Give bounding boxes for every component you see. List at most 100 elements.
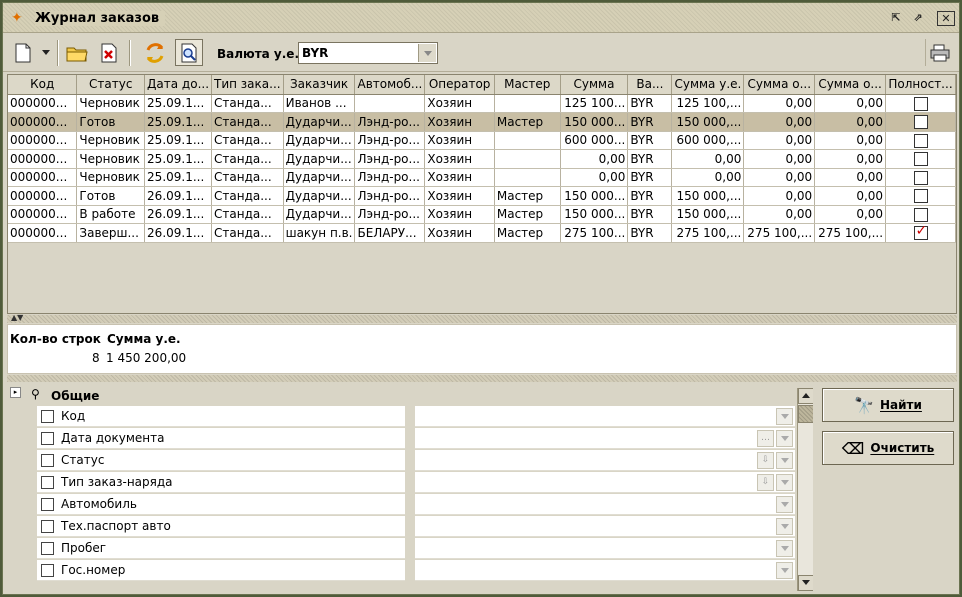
title-bar[interactable]: ✦ Журнал заказов ⇱ ⇗ ✕ <box>3 3 959 33</box>
cell-cur: BYR <box>627 168 673 187</box>
full-payment-checkbox[interactable] <box>913 96 928 111</box>
full-payment-checkbox[interactable] <box>913 189 928 203</box>
full-payment-checkbox[interactable] <box>913 224 928 240</box>
table-row[interactable]: 000000... В работе 26.09.1... Станда... Дуда… <box>8 205 956 224</box>
cell-full <box>885 94 956 113</box>
filter-checkbox[interactable] <box>41 498 54 511</box>
full-payment-checkbox[interactable] <box>913 133 928 148</box>
cell-cur: BYR <box>627 149 673 169</box>
column-header[interactable]: Код <box>8 75 78 95</box>
scroll-down-icon[interactable] <box>798 575 813 591</box>
cell-full <box>885 186 956 206</box>
column-header[interactable]: Статус <box>76 75 146 95</box>
column-header[interactable]: Заказчик <box>283 75 356 95</box>
filter-field-name-cell: Гос.номер <box>37 560 405 581</box>
column-header[interactable]: Сумма <box>560 75 629 95</box>
chevron-down-icon[interactable] <box>776 474 793 491</box>
filter-checkbox[interactable] <box>41 520 54 533</box>
scroll-up-icon[interactable] <box>798 388 813 404</box>
full-payment-checkbox[interactable] <box>913 170 928 185</box>
cell-sum: 0,00 <box>560 149 629 169</box>
cell-date: 26.09.1... <box>144 223 213 243</box>
restore-icon[interactable]: ⇱ <box>887 11 905 26</box>
grid-splitter[interactable]: ▲▼ <box>7 313 957 323</box>
column-header[interactable]: Мастер <box>494 75 561 95</box>
table-row[interactable]: 000000... Готов 26.09.1... Станда... Дударчи… <box>8 186 956 206</box>
filter-value-input[interactable]: ⇩ <box>415 472 795 493</box>
filter-scrollbar[interactable] <box>797 388 813 591</box>
filter-checkbox[interactable] <box>41 564 54 577</box>
search-button[interactable] <box>175 39 203 66</box>
orders-grid[interactable]: Код Статус Дата до... Тип зака... Заказчик Ав… <box>7 74 957 314</box>
column-header[interactable]: Дата до... <box>144 75 213 95</box>
table-row[interactable]: 000000... Черновик 25.09.1... Станда... Иван… <box>8 94 956 113</box>
filter-value-input[interactable] <box>415 494 795 515</box>
filter-value-input[interactable]: … <box>415 428 795 449</box>
row-count-label: Кол-во строк <box>10 332 101 346</box>
open-button[interactable] <box>63 39 91 66</box>
filter-value-input[interactable] <box>415 406 795 427</box>
filter-value-input[interactable]: ⇩ <box>415 450 795 471</box>
chevron-down-icon[interactable] <box>776 518 793 535</box>
cell-sum-ue: 0,00 <box>671 149 745 169</box>
filter-value-input[interactable] <box>415 560 795 581</box>
column-header[interactable]: Сумма о... <box>743 75 816 95</box>
filter-splitter[interactable] <box>7 375 957 382</box>
filter-icon[interactable]: ⇩ <box>757 474 774 491</box>
delete-button[interactable] <box>95 39 123 66</box>
chevron-down-icon[interactable] <box>776 430 793 447</box>
ellipsis-icon[interactable]: … <box>757 430 774 447</box>
column-header[interactable]: Полност... <box>885 75 956 95</box>
print-button[interactable] <box>925 39 953 66</box>
filter-icon[interactable]: ⇩ <box>757 452 774 469</box>
full-payment-checkbox[interactable] <box>913 115 928 129</box>
filter-value-input[interactable] <box>415 538 795 559</box>
cell-date: 26.09.1... <box>144 186 213 206</box>
currency-select[interactable]: BYR <box>298 42 438 64</box>
column-header[interactable]: Оператор <box>424 75 495 95</box>
table-row[interactable]: 000000... Черновик 25.09.1... Станда... Дуда… <box>8 131 956 150</box>
cell-master <box>494 149 561 169</box>
table-row[interactable]: 000000... Черновик 25.09.1... Станда... Дуда… <box>8 168 956 187</box>
new-document-button[interactable] <box>9 39 37 66</box>
new-document-dropdown[interactable] <box>39 39 53 66</box>
chevron-down-icon[interactable] <box>776 496 793 513</box>
full-payment-checkbox[interactable] <box>913 152 928 166</box>
filter-checkbox[interactable] <box>41 542 54 555</box>
filter-checkbox[interactable] <box>41 432 54 445</box>
column-header[interactable]: Сумма о... <box>814 75 887 95</box>
table-row[interactable]: 000000... Черновик 25.09.1... Станда... Дуда… <box>8 149 956 169</box>
cell-customer: Дударчи... <box>283 131 356 150</box>
cell-sum: 150 000... <box>560 112 629 132</box>
chevron-down-icon[interactable] <box>776 562 793 579</box>
filter-field-name-cell: Автомобиль <box>37 494 405 515</box>
table-row[interactable]: 000000... Заверш... 26.09.1... Станда... шак… <box>8 223 956 243</box>
scroll-thumb[interactable] <box>798 405 813 423</box>
filter-checkbox[interactable] <box>41 410 54 423</box>
chevron-down-icon[interactable] <box>776 408 793 425</box>
maximize-icon[interactable]: ⇗ <box>909 11 927 26</box>
close-icon[interactable]: ✕ <box>937 11 955 26</box>
filter-value-input[interactable] <box>415 516 795 537</box>
filter-checkbox[interactable] <box>41 476 54 489</box>
collapse-arrows-icon[interactable]: ▲▼ <box>11 313 23 322</box>
refresh-button[interactable] <box>141 39 169 66</box>
cell-sum-o1: 0,00 <box>743 94 816 113</box>
cell-sum: 275 100... <box>560 223 629 243</box>
chevron-down-icon[interactable] <box>776 452 793 469</box>
filter-group-title: Общие <box>51 389 100 403</box>
cell-sum-o1: 0,00 <box>743 186 816 206</box>
column-header[interactable]: Сумма у.е. <box>671 75 745 95</box>
filter-checkbox[interactable] <box>41 454 54 467</box>
table-row[interactable]: 000000... Готов 25.09.1... Станда... Дударчи… <box>8 112 956 132</box>
cell-operator: Хозяин <box>424 149 495 169</box>
chevron-down-icon[interactable] <box>776 540 793 557</box>
find-button[interactable]: 🔭 Найти <box>822 388 954 422</box>
column-header[interactable]: Ва... <box>627 75 673 95</box>
expand-icon[interactable]: ▸ <box>10 387 21 398</box>
column-header[interactable]: Тип зака... <box>211 75 284 95</box>
column-header[interactable]: Автомоб... <box>354 75 426 95</box>
clear-button[interactable]: ⌫ Очистить <box>822 431 954 465</box>
full-payment-checkbox[interactable] <box>913 207 928 222</box>
chevron-down-icon[interactable] <box>418 44 436 62</box>
